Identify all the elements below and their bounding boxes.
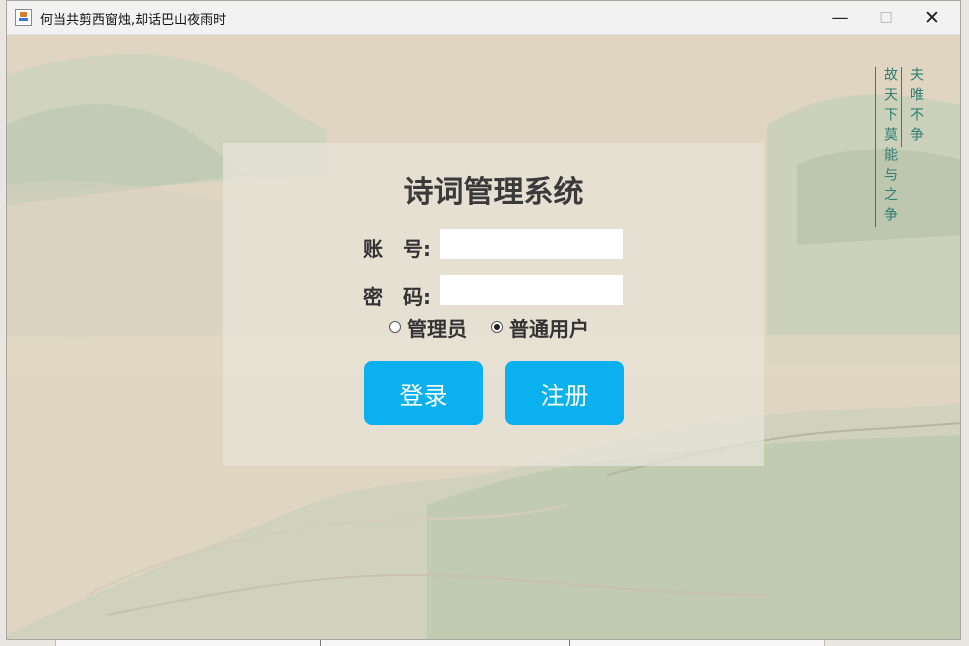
admin-radio[interactable] (389, 321, 401, 333)
title-bar[interactable]: 何当共剪西窗烛,却话巴山夜雨时 — ☐ ✕ (7, 1, 960, 35)
window-title: 何当共剪西窗烛,却话巴山夜雨时 (40, 13, 227, 28)
app-window: 何当共剪西窗烛,却话巴山夜雨时 — ☐ ✕ 夫唯不争 故天下莫能与之争 诗词管理… (6, 0, 961, 640)
content-area: 夫唯不争 故天下莫能与之争 诗词管理系统 账 号: 密 码: 管理员 普通用户 … (7, 35, 960, 639)
password-label: 密 码: (363, 285, 431, 309)
calligraphy-column-2: 故天下莫能与之争 (875, 67, 900, 227)
calligraphy-column-1: 夫唯不争 (901, 67, 926, 147)
role-user-option[interactable]: 普通用户 (491, 315, 589, 341)
password-input[interactable] (440, 275, 623, 305)
admin-radio-label: 管理员 (407, 316, 467, 341)
account-input[interactable] (440, 229, 623, 259)
close-button[interactable]: ✕ (909, 1, 955, 34)
account-label: 账 号: (363, 237, 431, 261)
user-radio-label: 普通用户 (509, 316, 589, 341)
login-panel: 诗词管理系统 账 号: 密 码: 管理员 普通用户 登录 注册 (223, 143, 764, 466)
minimize-button[interactable]: — (817, 1, 863, 34)
role-admin-option[interactable]: 管理员 (389, 315, 467, 341)
system-title: 诗词管理系统 (403, 175, 584, 210)
register-button[interactable]: 注册 (505, 361, 624, 425)
user-radio[interactable] (491, 321, 503, 333)
login-button[interactable]: 登录 (364, 361, 483, 425)
java-app-icon (15, 9, 32, 26)
background-window-edge-inner (320, 640, 570, 646)
maximize-button[interactable]: ☐ (863, 1, 909, 34)
